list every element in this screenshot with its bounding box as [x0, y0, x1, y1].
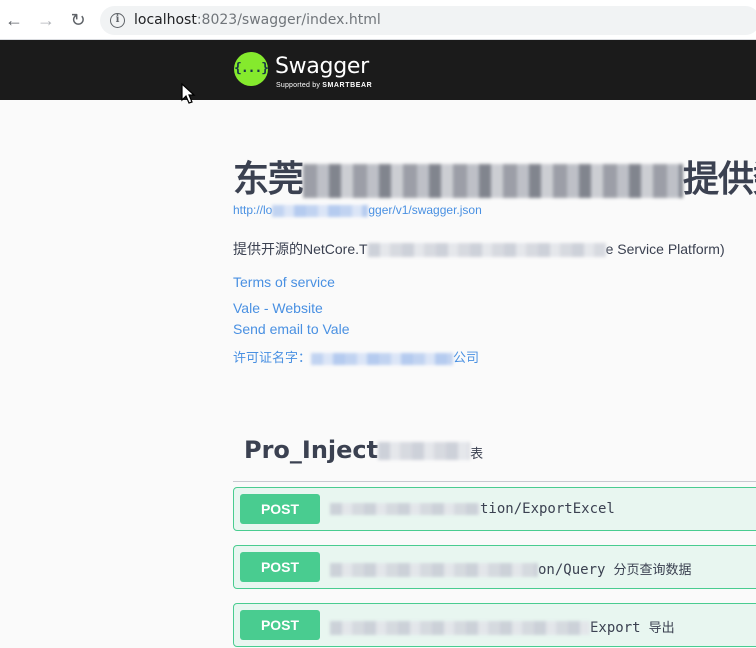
redacted-area [330, 621, 590, 635]
contact-email-link[interactable]: Send email to Vale [233, 321, 349, 337]
swagger-json-link[interactable]: http://lo gger/v1/swagger.json [233, 203, 482, 217]
operation-path[interactable]: Export 导出 [330, 617, 675, 636]
tag-title: Pro_Inject 表 [244, 436, 483, 464]
supported-by-label: Supported by SMARTBEAR [276, 82, 372, 89]
smartbear-text: SMARTBEAR [322, 82, 373, 89]
license-end: 公司 [453, 350, 480, 365]
tag-name-start: Pro_Inject [244, 436, 379, 464]
redacted-area [272, 204, 369, 217]
operation-path-text: Export [590, 620, 641, 636]
method-badge[interactable]: POST [240, 494, 320, 524]
operation-path-text: tion/ExportExcel [480, 501, 615, 517]
redacted-area [367, 243, 606, 258]
license-start: 许可证名字： [233, 350, 312, 365]
api-description: 提供开源的NetCore.T e Service Platform) [233, 239, 725, 259]
operation-row[interactable]: POST on/Query 分页查询数据 [233, 545, 756, 589]
method-badge[interactable]: POST [240, 610, 320, 640]
contact-website-link[interactable]: Vale - Website [233, 300, 323, 316]
swagger-topbar: {...} Swagger Supported by SMARTBEAR [0, 40, 756, 100]
redacted-area [330, 563, 538, 577]
json-url-end: gger/v1/swagger.json [368, 203, 482, 217]
swagger-logo-icon[interactable]: {...} [234, 52, 269, 86]
description-start: 提供开源的NetCore.T [233, 241, 368, 257]
operation-path[interactable]: on/Query 分页查询数据 [330, 559, 691, 578]
back-arrow-icon[interactable]: ← [2, 8, 26, 32]
address-bar[interactable]: i localhost:8023/swagger/index.html [100, 6, 756, 35]
url-host: localhost [134, 12, 197, 28]
forward-arrow-icon[interactable]: → [34, 8, 58, 32]
mouse-cursor-icon [181, 83, 196, 104]
redacted-area [311, 352, 454, 365]
operation-path[interactable]: tion/ExportExcel [330, 501, 615, 517]
url-path: :8023/swagger/index.html [196, 12, 381, 28]
redacted-area [303, 164, 684, 198]
browser-toolbar: ← → ↻ i localhost:8023/swagger/index.htm… [0, 0, 756, 40]
swagger-brand[interactable]: Swagger [275, 54, 369, 79]
supported-by-text: Supported by [276, 82, 321, 89]
api-title-end: 提供数 [683, 159, 756, 200]
license-link[interactable]: 许可证名字： 公司 [233, 347, 479, 366]
operation-row[interactable]: POST Export 导出 [233, 603, 756, 647]
tag-section-header[interactable]: Pro_Inject 表 [233, 430, 756, 482]
operation-row[interactable]: POST tion/ExportExcel [233, 487, 756, 531]
api-title: 东莞 提供数 [233, 150, 756, 202]
terms-of-service-link[interactable]: Terms of service [233, 274, 335, 290]
json-url-start: http://lo [233, 203, 273, 217]
operation-path-text: on/Query [538, 562, 606, 578]
operation-summary: 分页查询数据 [613, 563, 692, 578]
api-title-start: 东莞 [233, 159, 304, 200]
info-icon[interactable]: i [110, 13, 125, 28]
reload-icon[interactable]: ↻ [66, 8, 90, 32]
redacted-area [330, 503, 480, 515]
redacted-area [378, 442, 471, 460]
operation-summary: 导出 [648, 621, 675, 636]
description-end: e Service Platform) [605, 241, 725, 257]
method-badge[interactable]: POST [240, 552, 320, 582]
url-text[interactable]: localhost:8023/swagger/index.html [134, 12, 381, 28]
tag-name-end: 表 [470, 447, 484, 462]
